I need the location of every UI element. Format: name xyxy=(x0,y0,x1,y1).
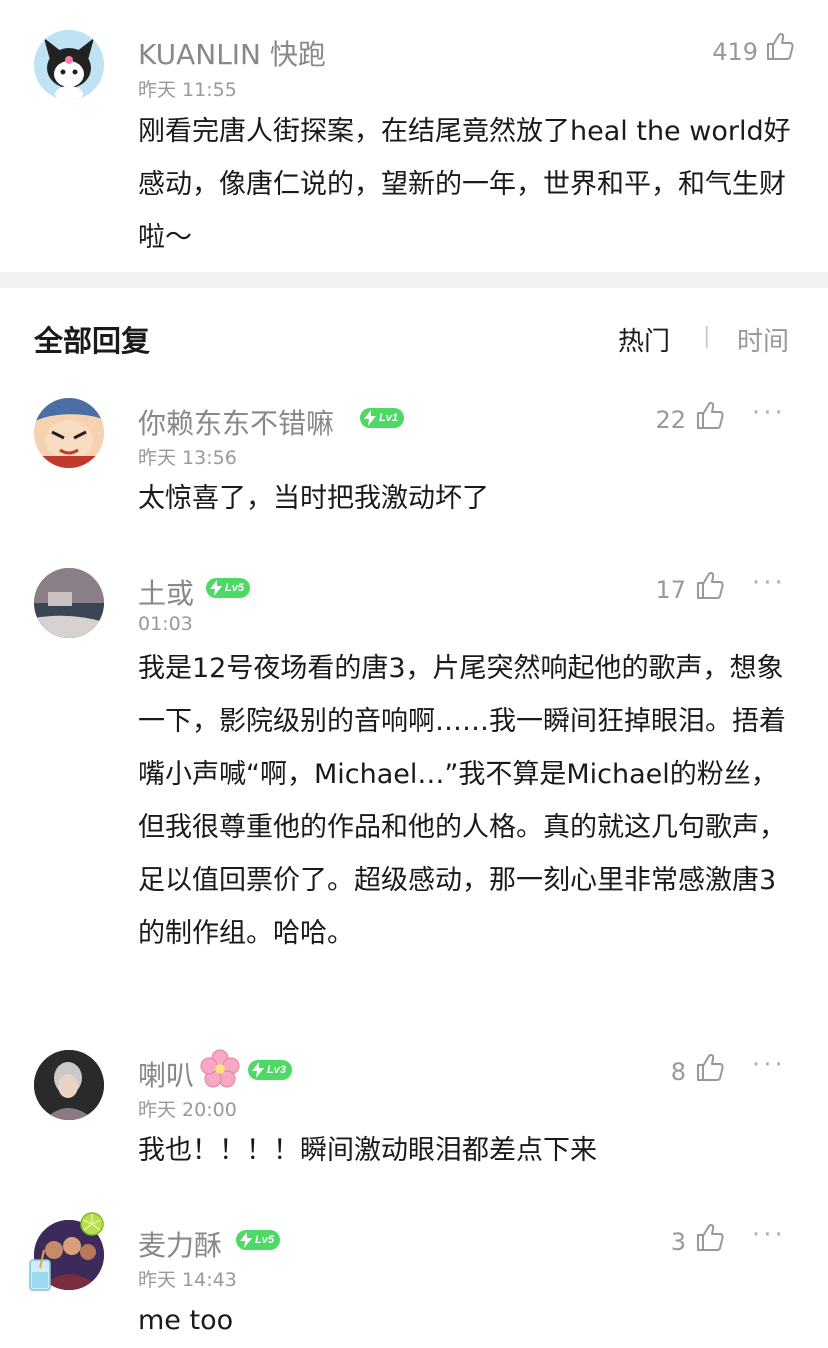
lightning-icon xyxy=(210,580,222,596)
level-label: Lv3 xyxy=(267,1064,286,1076)
kuromi-avatar-image xyxy=(34,30,104,100)
lightning-icon xyxy=(252,1062,264,1078)
all-replies-title: 全部回复 xyxy=(34,324,151,358)
level-badge: Lv5 xyxy=(206,578,250,598)
level-badge: Lv3 xyxy=(248,1060,292,1080)
reply-author-name[interactable]: 喇叭 xyxy=(138,1054,194,1094)
level-label: Lv5 xyxy=(255,1234,274,1246)
reply-author-name[interactable]: 土或 xyxy=(138,572,194,612)
lime-sticker-icon xyxy=(80,1212,104,1236)
landscape-avatar-image xyxy=(34,568,104,638)
reply-avatar[interactable] xyxy=(34,398,104,468)
sort-time-tab[interactable]: 时间 xyxy=(737,321,789,358)
reply-content: 太惊喜了，当时把我激动坏了 xyxy=(138,483,489,514)
reply-time: 昨天 14:43 xyxy=(138,1269,237,1291)
reply-content: me too xyxy=(138,1305,234,1336)
level-label: Lv5 xyxy=(225,582,244,594)
level-badge: Lv1 xyxy=(360,408,404,428)
reply-content: 我是12号夜场看的唐3，片尾突然响起他的歌声，想象一下，影院级别的音响啊……我一… xyxy=(138,653,786,949)
drink-sticker-icon xyxy=(29,1249,51,1291)
person-avatar-image xyxy=(34,1050,104,1120)
post-time: 昨天 11:55 xyxy=(138,79,237,101)
more-options-icon[interactable]: ··· xyxy=(752,1050,786,1080)
thumbs-up-icon[interactable] xyxy=(696,570,724,600)
post-content: 刚看完唐人街探案，在结尾竟然放了heal the world好感动，像唐仁说的，… xyxy=(138,116,791,253)
more-options-icon[interactable]: ··· xyxy=(752,1220,786,1250)
thumbs-up-icon[interactable] xyxy=(696,1222,724,1252)
reply-like-count: 3 xyxy=(670,1228,686,1256)
thumbs-up-icon[interactable] xyxy=(696,1052,724,1082)
post-author-avatar[interactable] xyxy=(34,30,104,100)
reply-time: 昨天 20:00 xyxy=(138,1099,237,1121)
more-options-icon[interactable]: ··· xyxy=(752,568,786,598)
sort-separator: | xyxy=(703,324,711,349)
reply-avatar[interactable] xyxy=(34,1050,104,1120)
cartoon-avatar-image xyxy=(34,398,104,468)
lightning-icon xyxy=(364,410,376,426)
reply-like-count: 8 xyxy=(670,1058,686,1086)
reply-time: 昨天 13:56 xyxy=(138,447,237,469)
reply-like-count: 22 xyxy=(655,406,686,434)
thumbs-up-icon[interactable] xyxy=(696,400,724,430)
reply-author-name[interactable]: 你赖东东不错嘛 xyxy=(138,402,334,442)
section-divider xyxy=(0,272,828,288)
level-badge: Lv5 xyxy=(236,1230,280,1250)
level-label: Lv1 xyxy=(379,412,398,424)
post-like-count: 419 xyxy=(712,38,758,66)
thumbs-up-icon[interactable] xyxy=(766,31,794,61)
reply-like-count: 17 xyxy=(655,576,686,604)
reply-avatar[interactable] xyxy=(34,568,104,638)
lightning-icon xyxy=(240,1232,252,1248)
reply-author-name[interactable]: 麦力酥 xyxy=(138,1224,222,1264)
cherry-blossom-icon xyxy=(200,1049,240,1088)
sort-hot-tab[interactable]: 热门 xyxy=(618,321,670,358)
more-options-icon[interactable]: ··· xyxy=(752,398,786,428)
reply-time: 01:03 xyxy=(138,613,193,635)
original-post: KUANLIN 快跑 昨天 11:55 419 刚看完唐人街探案，在结尾竟然放了… xyxy=(0,0,828,272)
post-author-name[interactable]: KUANLIN 快跑 xyxy=(138,33,326,73)
reply-content: 我也！！！！瞬间激动眼泪都差点下来 xyxy=(138,1135,597,1166)
